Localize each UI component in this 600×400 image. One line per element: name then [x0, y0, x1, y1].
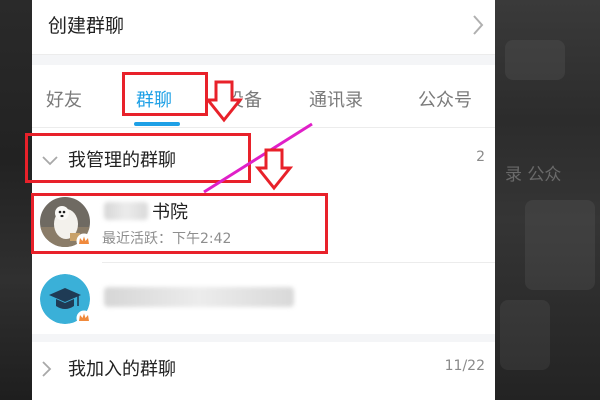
group-list-item[interactable]: [32, 263, 495, 335]
group-list-panel: 创建群聊 好友 群聊 设备 通讯录 公众号 我管理的群聊 2 书院 最近活跃：下…: [32, 0, 495, 400]
managed-groups-count: 2: [476, 149, 485, 165]
owner-badge-icon: [76, 310, 92, 326]
tab-groups[interactable]: 群聊: [136, 86, 172, 112]
joined-groups-header[interactable]: 我加入的群聊 11/22: [32, 342, 495, 400]
chevron-right-icon: [471, 14, 485, 40]
tab-official-accounts[interactable]: 公众号: [418, 86, 472, 112]
tab-bar: 好友 群聊 设备 通讯录 公众号: [32, 65, 495, 128]
chevron-right-icon: [42, 361, 52, 381]
active-tab-indicator: [134, 122, 180, 126]
joined-groups-count: 11/22: [444, 358, 485, 374]
group-list-item[interactable]: 书院 最近活跃：下午2:42: [32, 186, 495, 258]
group-last-active: 最近活跃：下午2:42: [102, 231, 232, 247]
tab-contacts[interactable]: 通讯录: [309, 86, 363, 112]
tab-devices[interactable]: 设备: [226, 86, 262, 112]
background-left: [0, 0, 32, 400]
create-group-row[interactable]: 创建群聊: [32, 0, 495, 55]
background-right: 录 公众: [495, 0, 600, 400]
section-gap: [32, 334, 495, 342]
blurred-name-mask: [104, 202, 148, 220]
joined-groups-title: 我加入的群聊: [68, 359, 176, 380]
owner-badge-icon: [76, 233, 92, 249]
managed-groups-header[interactable]: 我管理的群聊 2: [32, 128, 495, 186]
blurred-name-mask: [104, 287, 294, 307]
tab-friends[interactable]: 好友: [46, 86, 82, 112]
managed-groups-title: 我管理的群聊: [68, 150, 176, 171]
section-gap: [32, 55, 495, 65]
background-ghost-text: 录 公众: [505, 165, 562, 185]
chevron-down-icon: [42, 151, 58, 170]
create-group-label: 创建群聊: [48, 15, 125, 37]
group-name: 书院: [152, 202, 188, 223]
